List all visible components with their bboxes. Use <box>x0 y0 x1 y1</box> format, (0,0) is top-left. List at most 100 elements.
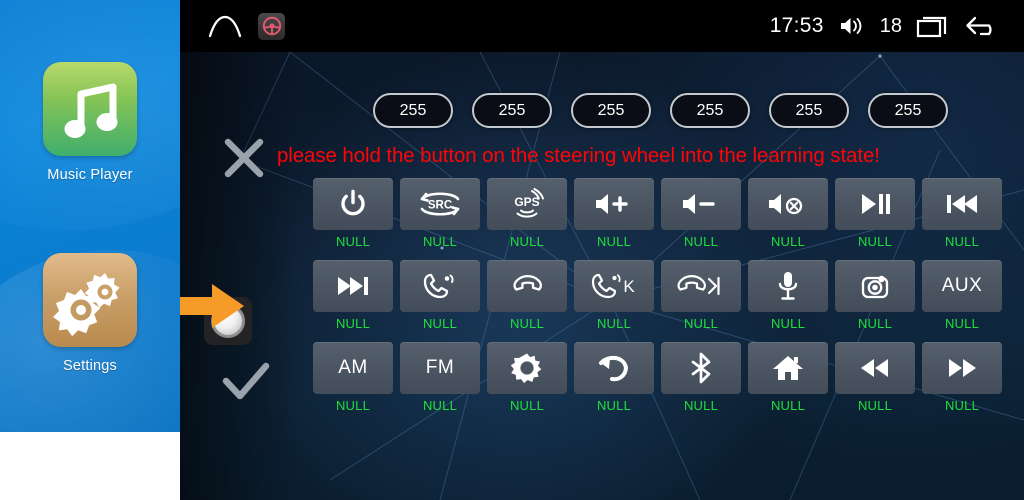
function-button-grid: NULL SRC NULL GPS NULL NULL NULL NULL NU… <box>313 178 1002 424</box>
grid-cell: NULL <box>661 260 741 331</box>
aux-icon: AUX <box>941 275 983 296</box>
previous-track-icon <box>943 191 981 217</box>
sidebar-item-label: Music Player <box>47 167 133 183</box>
close-x-icon[interactable] <box>220 134 268 182</box>
value-pill[interactable]: 255 <box>472 93 552 128</box>
home-button[interactable] <box>748 342 828 394</box>
brightness-button[interactable] <box>487 342 567 394</box>
next-track-icon <box>334 273 372 299</box>
grid-cell: NULL <box>661 342 741 413</box>
gps-button[interactable]: GPS <box>487 178 567 230</box>
cell-value: NULL <box>596 316 632 331</box>
volume-mute-icon <box>766 190 810 218</box>
cell-value: NULL <box>422 398 458 413</box>
cell-value: NULL <box>422 316 458 331</box>
previous-track-button[interactable] <box>922 178 1002 230</box>
hangup-call-button[interactable] <box>487 260 567 312</box>
mute-button[interactable] <box>748 178 828 230</box>
home-outline-icon[interactable] <box>208 13 242 39</box>
back-button[interactable] <box>574 342 654 394</box>
sidebar-item-settings[interactable]: Settings <box>0 253 180 374</box>
src-icon: SRC <box>417 189 463 219</box>
value-pill[interactable]: 255 <box>868 93 948 128</box>
rewind-icon <box>857 355 893 381</box>
app-sidebar: Music Player Settings <box>0 0 180 432</box>
volume-level: 18 <box>879 14 902 37</box>
cell-value: NULL <box>944 316 980 331</box>
sidebar-item-music-player[interactable]: Music Player <box>0 62 180 183</box>
am-button[interactable]: AM <box>313 342 393 394</box>
value-pill[interactable]: 255 <box>373 93 453 128</box>
grid-cell: NULL <box>748 342 828 413</box>
power-button[interactable] <box>313 178 393 230</box>
recent-apps-icon[interactable] <box>916 13 950 39</box>
status-time: 17:53 <box>769 14 824 37</box>
am-icon: AM <box>338 357 368 378</box>
gears-icon <box>43 253 137 347</box>
value-pill[interactable]: 255 <box>769 93 849 128</box>
grid-row: AM NULL FM NULL NULL NULL NULL NULL NULL… <box>313 342 1002 413</box>
cell-value: NULL <box>857 398 893 413</box>
grid-cell: NULL <box>835 342 915 413</box>
cell-value: NULL <box>770 316 806 331</box>
cell-value: NULL <box>509 234 545 249</box>
value-pill[interactable]: 255 <box>571 93 651 128</box>
cell-value: NULL <box>944 234 980 249</box>
screen-root: Music Player Settings 17:53 18 255 255 2… <box>0 0 1024 500</box>
answer-call-icon <box>421 271 459 301</box>
volume-up-button[interactable] <box>574 178 654 230</box>
cell-value: NULL <box>335 234 371 249</box>
steering-wheel-icon[interactable] <box>258 12 285 40</box>
cell-value: NULL <box>509 316 545 331</box>
volume-up-icon <box>593 190 635 218</box>
fm-button[interactable]: FM <box>400 342 480 394</box>
fm-icon: FM <box>425 357 455 378</box>
bluetooth-button[interactable] <box>661 342 741 394</box>
hangup-call-icon <box>512 271 542 301</box>
power-icon <box>338 189 368 219</box>
sidebar-item-label: Settings <box>63 358 117 374</box>
aux-button[interactable]: AUX <box>922 260 1002 312</box>
microphone-icon <box>775 270 801 302</box>
back-arrow-icon[interactable] <box>964 13 1000 39</box>
gps-icon: GPS <box>507 188 547 220</box>
cell-value: NULL <box>944 398 980 413</box>
cell-value: NULL <box>683 234 719 249</box>
cell-value: NULL <box>596 398 632 413</box>
next-track-button[interactable] <box>313 260 393 312</box>
grid-cell: NULL <box>574 178 654 249</box>
cell-value: NULL <box>770 398 806 413</box>
hangup-next-button[interactable] <box>661 260 741 312</box>
grid-cell: NULL <box>574 342 654 413</box>
status-bar-right: 17:53 18 <box>770 13 1024 39</box>
value-pill[interactable]: 255 <box>670 93 750 128</box>
grid-row: NULL SRC NULL GPS NULL NULL NULL NULL NU… <box>313 178 1002 249</box>
answer-call-button[interactable] <box>400 260 480 312</box>
cell-value: NULL <box>857 234 893 249</box>
call-k-button[interactable]: K <box>574 260 654 312</box>
grid-cell: GPS NULL <box>487 178 567 249</box>
grid-cell: NULL <box>313 260 393 331</box>
play-pause-icon <box>857 191 893 217</box>
microphone-button[interactable] <box>748 260 828 312</box>
check-icon[interactable] <box>220 358 272 406</box>
value-pill-row: 255 255 255 255 255 255 <box>373 93 948 128</box>
call-k-icon: K <box>589 271 639 301</box>
grid-cell: FM NULL <box>400 342 480 413</box>
src-button[interactable]: SRC <box>400 178 480 230</box>
hangup-next-icon <box>677 271 725 301</box>
back-curve-icon <box>598 353 630 383</box>
grid-cell: NULL <box>748 260 828 331</box>
camera-button[interactable] <box>835 260 915 312</box>
svg-text:K: K <box>623 277 635 296</box>
volume-icon[interactable] <box>838 15 866 37</box>
music-note-icon <box>43 62 137 156</box>
status-bar: 17:53 18 <box>180 0 1024 52</box>
grid-cell: SRC NULL <box>400 178 480 249</box>
grid-cell: NULL <box>487 342 567 413</box>
cell-value: NULL <box>683 316 719 331</box>
fast-forward-button[interactable] <box>922 342 1002 394</box>
volume-down-button[interactable] <box>661 178 741 230</box>
play-pause-button[interactable] <box>835 178 915 230</box>
rewind-button[interactable] <box>835 342 915 394</box>
